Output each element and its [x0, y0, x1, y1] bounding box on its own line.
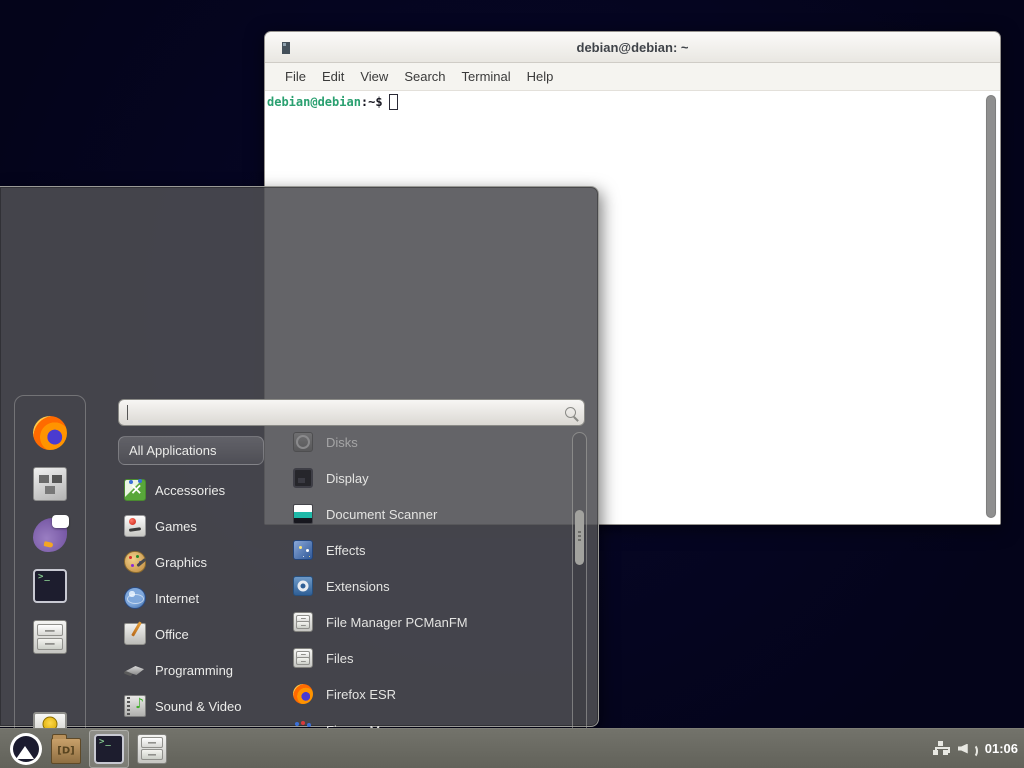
- app-label: Document Scanner: [326, 507, 437, 522]
- search-input[interactable]: [118, 399, 585, 426]
- category-internet[interactable]: Internet: [118, 580, 264, 616]
- taskbar: 01:06: [0, 728, 1024, 768]
- network-icon[interactable]: [933, 741, 949, 757]
- terminal-menu-view[interactable]: View: [352, 66, 396, 87]
- app-label: Effects: [326, 543, 366, 558]
- menu-favorites-sidebar: [14, 395, 86, 768]
- category-label: Graphics: [155, 555, 207, 570]
- app-label: Display: [326, 471, 369, 486]
- firefox-icon: [293, 684, 313, 704]
- app-label: Firefox ESR: [326, 687, 396, 702]
- terminal-titlebar[interactable]: debian@debian: ~: [265, 32, 1000, 63]
- search-caret: [127, 405, 128, 420]
- menu-button[interactable]: [6, 730, 46, 768]
- category-label: Games: [155, 519, 197, 534]
- category-graphics[interactable]: Graphics: [118, 544, 264, 580]
- terminal-menu-search[interactable]: Search: [396, 66, 453, 87]
- taskbar-files-button[interactable]: [132, 730, 172, 768]
- display-icon: [293, 468, 313, 488]
- cabinet-icon: [293, 648, 313, 668]
- terminal-mini-icon: [282, 42, 290, 54]
- category-label: Office: [155, 627, 189, 642]
- taskbar-terminal-button[interactable]: [89, 730, 129, 768]
- category-label: All Applications: [129, 443, 216, 458]
- app-list-scrollbar-thumb[interactable]: [575, 510, 584, 565]
- sound-video-icon: [124, 695, 146, 717]
- sidebar-firefox-button[interactable]: [33, 416, 67, 450]
- category-programming[interactable]: Programming: [118, 652, 264, 688]
- terminal-scrollbar[interactable]: [985, 95, 997, 518]
- app-list-scrollbar[interactable]: [572, 432, 587, 768]
- category-games[interactable]: Games: [118, 508, 264, 544]
- close-button[interactable]: [966, 38, 986, 58]
- office-icon: [124, 623, 146, 645]
- application-list: Disks Display Document Scanner Effects: [283, 432, 571, 768]
- app-label: Extensions: [326, 579, 390, 594]
- terminal-icon: [94, 734, 124, 764]
- terminal-menu-edit[interactable]: Edit: [314, 66, 352, 87]
- effects-icon: [293, 540, 313, 560]
- app-extensions[interactable]: Extensions: [283, 568, 571, 604]
- app-label: Files: [326, 651, 353, 666]
- magnifier-icon: [565, 407, 576, 418]
- app-label: Disks: [326, 435, 358, 450]
- app-files[interactable]: Files: [283, 640, 571, 676]
- clock[interactable]: 01:06: [985, 741, 1018, 756]
- taskbar-file-manager-button[interactable]: [46, 730, 86, 768]
- terminal-window-title: debian@debian: ~: [265, 40, 1000, 55]
- category-label: Internet: [155, 591, 199, 606]
- terminal-menu-help[interactable]: Help: [519, 66, 562, 87]
- category-all-applications[interactable]: All Applications: [118, 436, 264, 465]
- category-accessories[interactable]: Accessories: [118, 472, 264, 508]
- system-tray: 01:06: [933, 741, 1018, 757]
- app-effects[interactable]: Effects: [283, 532, 571, 568]
- maximize-button[interactable]: [933, 38, 953, 58]
- terminal-menu-terminal[interactable]: Terminal: [454, 66, 519, 87]
- app-file-manager-pcmanfm[interactable]: File Manager PCManFM: [283, 604, 571, 640]
- app-firefox-esr[interactable]: Firefox ESR: [283, 676, 571, 712]
- category-label: Accessories: [155, 483, 225, 498]
- terminal-menubar: File Edit View Search Terminal Help: [265, 63, 1000, 91]
- app-display[interactable]: Display: [283, 460, 571, 496]
- sidebar-pidgin-button[interactable]: [33, 518, 67, 552]
- app-document-scanner[interactable]: Document Scanner: [283, 496, 571, 532]
- programming-icon: [124, 659, 146, 681]
- category-label: Programming: [155, 663, 233, 678]
- extensions-icon: [293, 576, 313, 596]
- folder-d-icon: [51, 738, 81, 764]
- volume-icon[interactable]: [958, 741, 974, 757]
- prompt-user-host: debian@debian: [267, 95, 361, 109]
- terminal-scrollbar-thumb[interactable]: [986, 95, 996, 518]
- sidebar-synaptic-button[interactable]: [33, 467, 67, 501]
- terminal-prompt-line: debian@debian:~$: [267, 94, 998, 110]
- applications-menu: debıan All Applications: [0, 186, 599, 727]
- sidebar-file-manager-button[interactable]: [33, 620, 67, 654]
- prompt-symbol: :~$: [361, 95, 383, 109]
- cabinet-icon: [293, 612, 313, 632]
- menu-logo-icon: [10, 733, 42, 765]
- sidebar-terminal-button[interactable]: [33, 569, 67, 603]
- disks-icon: [293, 432, 313, 452]
- minimize-button[interactable]: [900, 38, 920, 58]
- cabinet-icon: [137, 734, 167, 764]
- terminal-cursor: [389, 94, 398, 110]
- category-label: Sound & Video: [155, 699, 242, 714]
- app-label: File Manager PCManFM: [326, 615, 468, 630]
- accessories-icon: [124, 479, 146, 501]
- window-controls: [900, 32, 986, 63]
- internet-icon: [124, 587, 146, 609]
- games-icon: [124, 515, 146, 537]
- category-list: All Applications Accessories Games Graph…: [118, 436, 264, 768]
- doc-scanner-icon: [293, 504, 313, 524]
- category-sound-video[interactable]: Sound & Video: [118, 688, 264, 724]
- category-office[interactable]: Office: [118, 616, 264, 652]
- app-disks[interactable]: Disks: [283, 432, 571, 460]
- graphics-icon: [124, 551, 146, 573]
- terminal-menu-file[interactable]: File: [277, 66, 314, 87]
